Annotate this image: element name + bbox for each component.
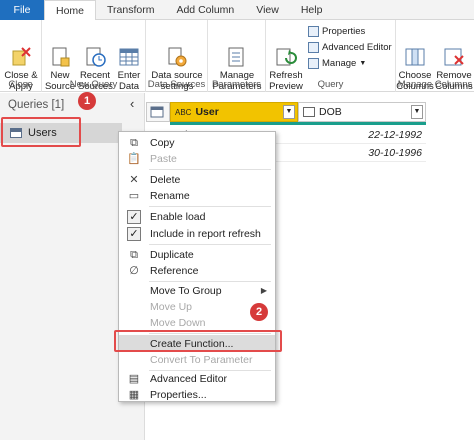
table-menu-icon[interactable] [146,102,170,122]
menu-divider [149,206,271,207]
gear-icon [166,35,188,67]
new-query-group: New Source Recent Sources Enter Data New… [42,20,146,92]
chevron-down-icon: ▼ [359,60,367,67]
properties-icon: ▦ [128,388,140,401]
query-group: Refresh Preview Properties Advanced Edit… [266,20,396,92]
manage-columns-group: Choose Columns Remove Columns Manage Col… [396,20,474,92]
column-header-dob[interactable]: DOB ▼ [298,102,426,122]
text-type-icon: ABC [175,107,192,117]
menu-item-delete[interactable]: ✕ Delete [119,171,275,188]
new-source-icon [49,35,71,67]
properties-button[interactable]: Properties [308,26,365,37]
tab-file[interactable]: File [0,0,44,20]
copy-icon: ⧉ [130,136,138,149]
properties-icon [308,26,319,37]
recent-sources-icon [84,35,106,67]
column-header-user[interactable]: ABC User ▼ [170,102,298,122]
reference-icon: ∅ [129,264,139,277]
menu-item-convert-to-parameter[interactable]: Convert To Parameter [119,351,275,368]
refresh-icon [275,35,297,66]
close-group: Close & Apply Close [0,20,42,92]
queries-header: Queries [1] [8,99,65,111]
menu-item-paste[interactable]: 📋 Paste [119,150,275,167]
menu-item-duplicate[interactable]: ⧉ Duplicate [119,246,275,263]
duplicate-icon: ⧉ [130,248,138,261]
remove-columns-icon [443,35,465,66]
context-menu: ⧉ Copy 📋 Paste ✕ Delete ▭ Rename ✓ Enabl… [118,131,276,402]
checkmark-icon: ✓ [127,226,141,241]
menu-item-properties[interactable]: ▦ Properties... [119,386,275,403]
parameters-group: Manage Parameters Parameters [208,20,266,92]
delete-icon: ✕ [129,173,139,186]
parameters-icon [226,35,248,67]
submenu-arrow-icon: ▶ [260,286,267,295]
menu-item-rename[interactable]: ▭ Rename [119,187,275,204]
ribbon: Close & Apply Close New Source Recent So… [0,20,474,92]
paste-icon: 📋 [127,152,141,165]
menu-item-enable-load[interactable]: ✓ Enable load [119,208,275,225]
menu-item-move-to-group[interactable]: Move To Group ▶ [119,282,275,299]
rename-icon: ▭ [128,189,140,202]
menu-item-advanced-editor[interactable]: ▤ Advanced Editor [119,370,275,387]
tab-add-column[interactable]: Add Column [165,0,245,20]
data-sources-group: Data source settings Data Sources [146,20,208,92]
annotation-badge-2: 2 [250,303,268,321]
annotation-box-users [1,117,81,147]
manage-icon [308,58,319,69]
menu-item-copy[interactable]: ⧉ Copy [119,134,275,151]
menu-divider [149,169,271,170]
column-quality-bar [170,122,426,125]
advanced-editor-icon: ▤ [128,372,140,385]
grid-header: ABC User ▼ DOB ▼ [146,102,474,122]
tab-transform[interactable]: Transform [96,0,165,20]
advanced-editor-button[interactable]: Advanced Editor [308,42,392,53]
date-type-icon [303,107,315,117]
table-icon [118,35,140,66]
menu-item-reference[interactable]: ∅ Reference [119,262,275,279]
column-filter-icon[interactable]: ▼ [411,105,423,119]
checkmark-icon: ✓ [127,209,141,224]
menu-divider [149,244,271,245]
tab-view[interactable]: View [245,0,290,20]
choose-columns-icon [404,35,426,66]
advanced-editor-icon [308,42,319,53]
annotation-box-create-function [114,330,282,352]
annotation-badge-1: 1 [78,92,96,110]
tab-help[interactable]: Help [290,0,334,20]
collapse-pane-icon[interactable]: ‹ [130,96,134,111]
tab-home[interactable]: Home [44,0,97,21]
manage-button[interactable]: Manage ▼ [308,58,366,69]
column-filter-icon[interactable]: ▼ [283,105,295,119]
menu-item-include-refresh[interactable]: ✓ Include in report refresh [119,225,275,242]
close-apply-icon [10,35,32,66]
ribbon-tab-bar: File Home Transform Add Column View Help [0,0,474,21]
